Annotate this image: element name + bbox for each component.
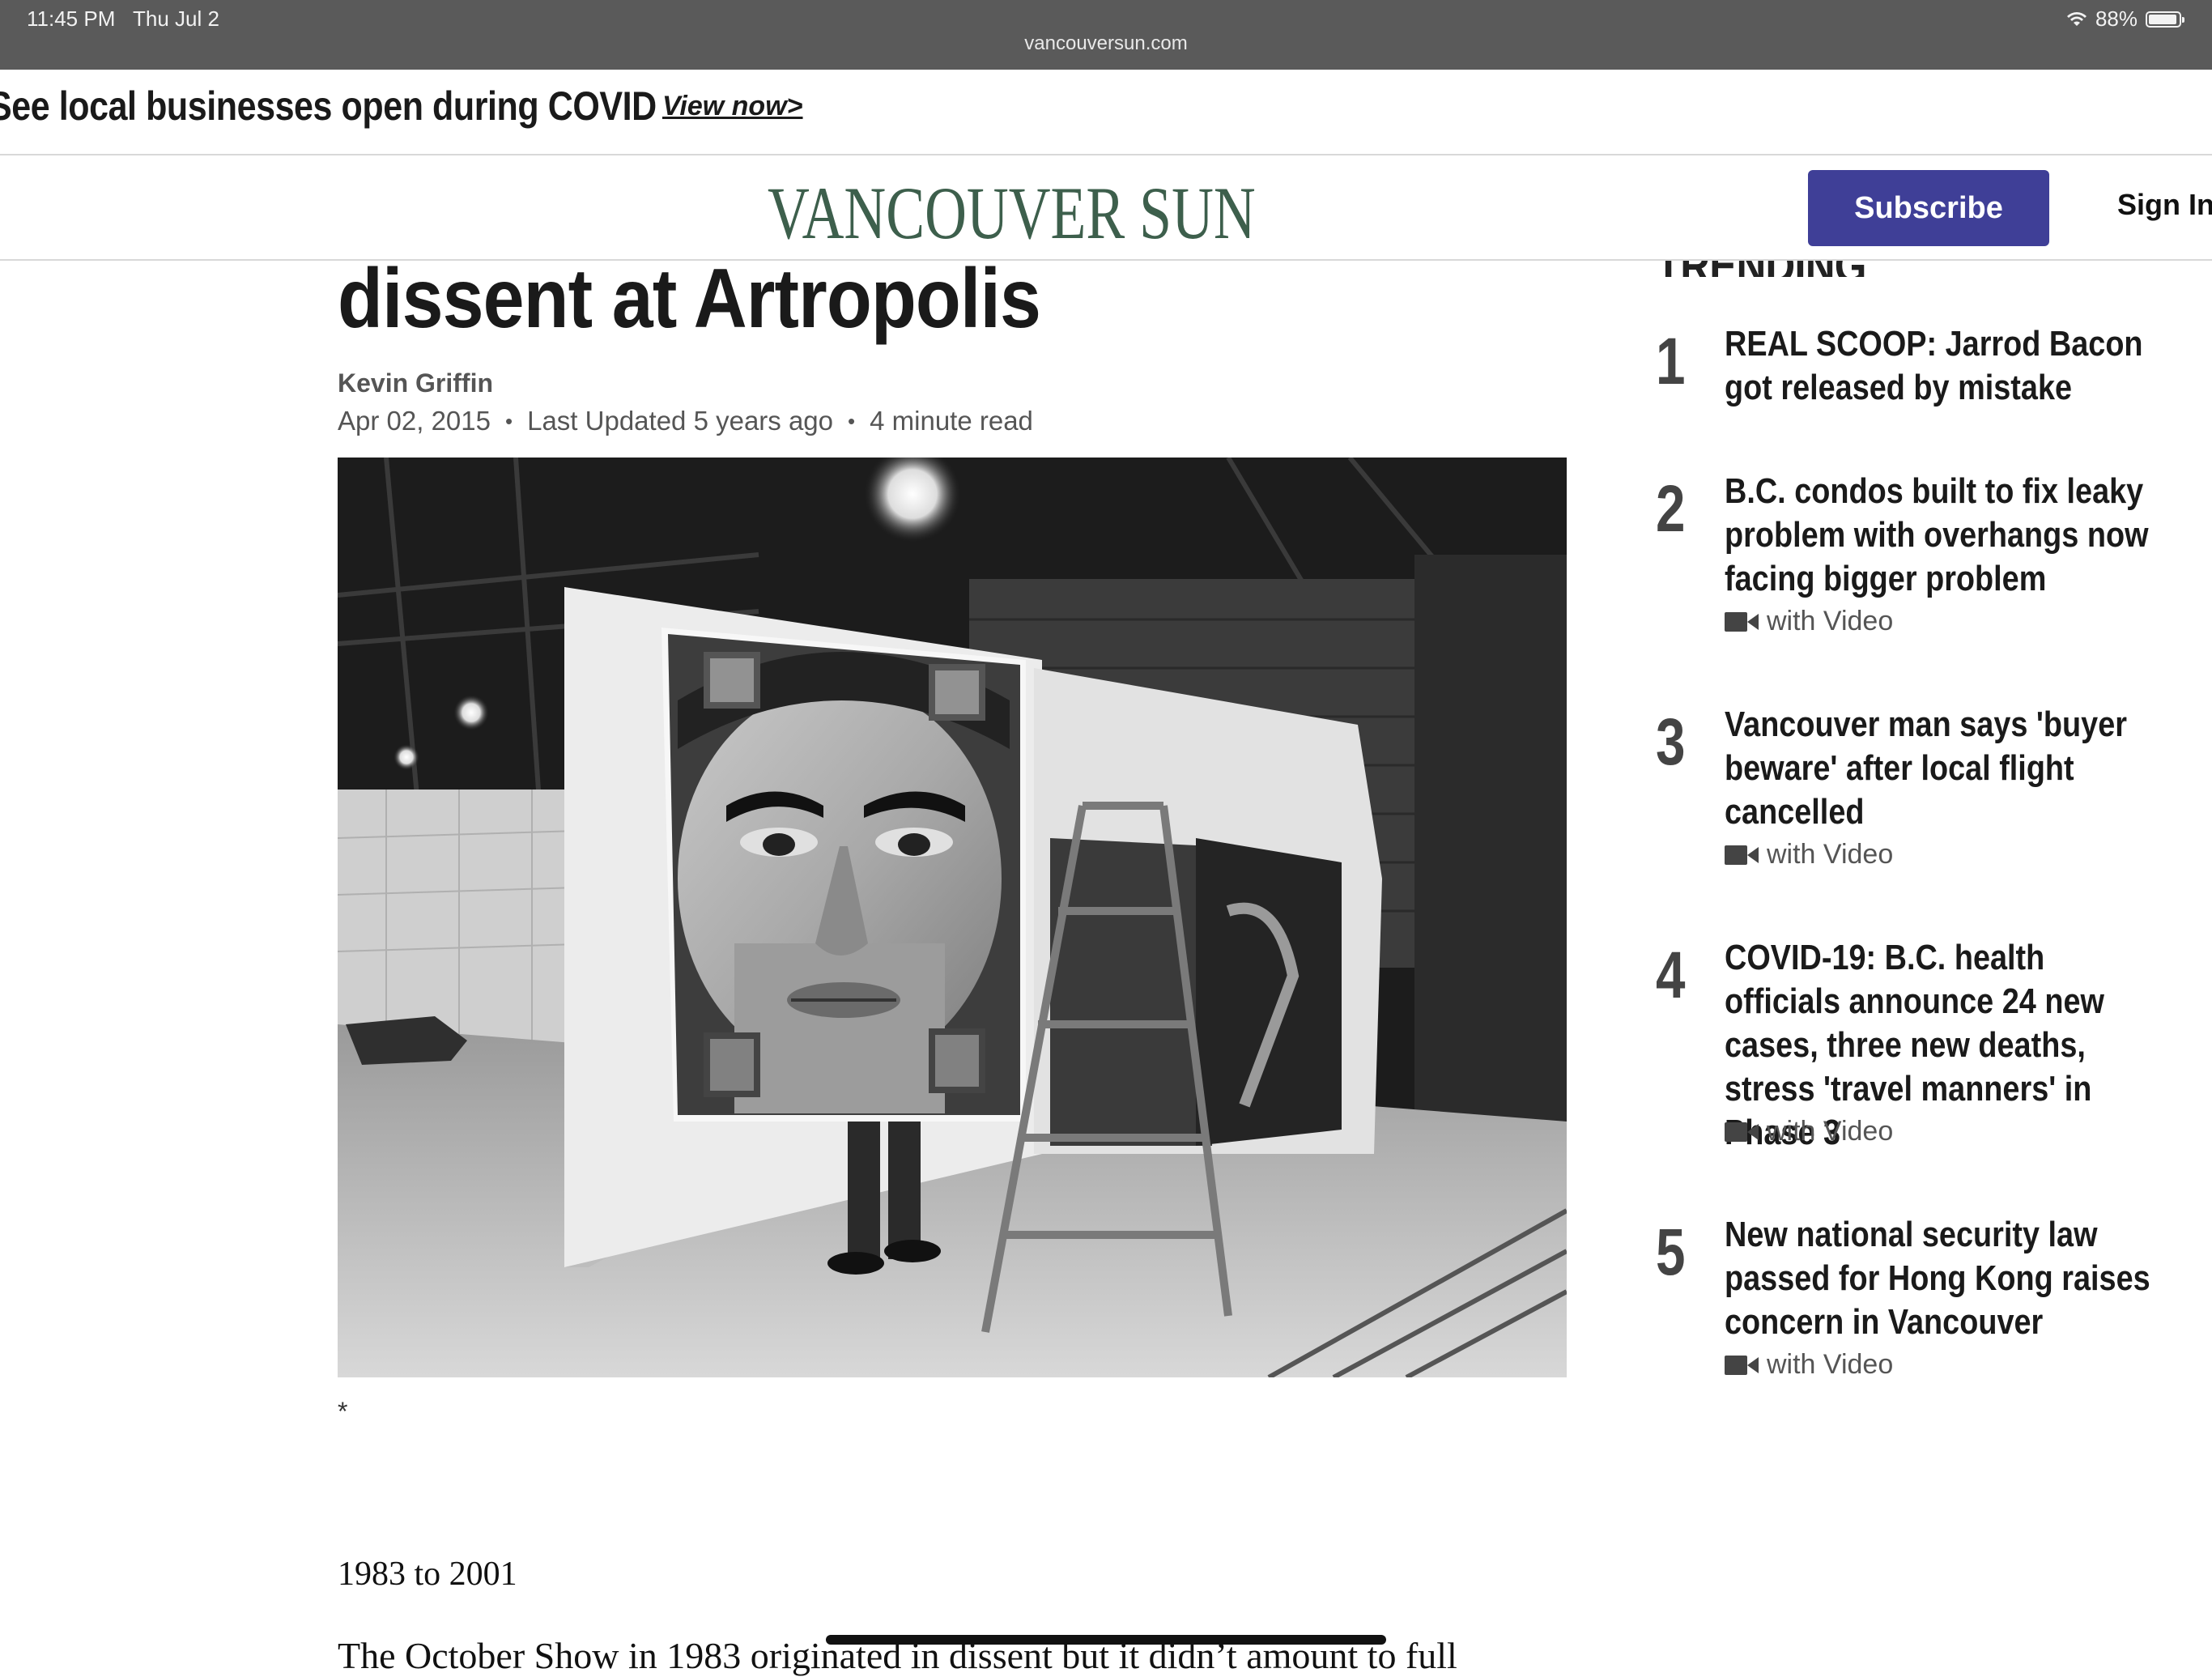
video-camera-icon [1725, 1122, 1759, 1142]
video-label: with Video [1767, 606, 1894, 636]
trending-video-tag: with Video [1725, 1349, 1893, 1381]
trending-rank: 2 [1656, 472, 1686, 546]
battery-icon [2146, 11, 2184, 28]
article-author[interactable]: Kevin Griffin [338, 368, 493, 398]
article-headline: dissent at Artropolis [338, 252, 1041, 346]
battery-percent: 88% [2095, 6, 2138, 31]
trending-title[interactable]: Vancouver man says 'buyer beware' after … [1725, 703, 2156, 834]
promo-banner: See local businesses open during COVID V… [0, 70, 2212, 155]
video-label: with Video [1767, 1116, 1894, 1147]
wifi-icon [2066, 11, 2087, 26]
site-logo[interactable]: VANCOUVER SUN [768, 170, 1256, 256]
trending-title[interactable]: New national security law passed for Hon… [1725, 1213, 2156, 1344]
trending-rank: 4 [1656, 939, 1686, 1012]
article-read-time: 4 minute read [870, 406, 1033, 436]
status-time: 11:45 PM Thu Jul 2 [27, 6, 219, 32]
clock-time: 11:45 PM [27, 6, 116, 31]
trending-item-4[interactable]: 4 COVID-19: B.C. health officials announ… [1656, 936, 2190, 1155]
home-indicator[interactable] [826, 1635, 1386, 1645]
video-camera-icon [1725, 845, 1759, 865]
trending-item-2[interactable]: 2 B.C. condos built to fix leaky problem… [1656, 470, 2190, 648]
article-photo-image [338, 458, 1567, 1377]
status-bar: 11:45 PM Thu Jul 2 88% vancouversun.com [0, 0, 2212, 70]
video-label: with Video [1767, 839, 1894, 870]
article-subheading: 1983 to 2001 [338, 1556, 517, 1593]
trending-item-1[interactable]: 1 REAL SCOOP: Jarrod Bacon got released … [1656, 322, 2190, 411]
site-header: VANCOUVER SUN Subscribe Sign In [0, 155, 2212, 261]
trending-video-tag: with Video [1725, 606, 1893, 637]
trending-rank: 3 [1656, 705, 1686, 779]
subscribe-button[interactable]: Subscribe [1808, 170, 2049, 246]
clock-date: Thu Jul 2 [133, 6, 219, 31]
article-meta: Apr 02, 2015 • Last Updated 5 years ago … [338, 406, 1033, 436]
trending-video-tag: with Video [1725, 839, 1893, 870]
separator-dot: • [848, 408, 856, 433]
trending-rank: 5 [1656, 1215, 1686, 1289]
trending-rank: 1 [1656, 325, 1686, 398]
video-camera-icon [1725, 1355, 1759, 1375]
trending-title[interactable]: B.C. condos built to fix leaky problem w… [1725, 470, 2156, 601]
trending-title[interactable]: REAL SCOOP: Jarrod Bacon got released by… [1725, 322, 2156, 410]
promo-view-now-link[interactable]: View now> [662, 91, 803, 122]
status-indicators: 88% [2066, 6, 2184, 32]
article-updated: Last Updated 5 years ago [527, 406, 834, 436]
url-bar[interactable]: vancouversun.com [0, 32, 2212, 55]
article-date: Apr 02, 2015 [338, 406, 491, 436]
promo-text: See local businesses open during COVID [0, 83, 657, 129]
trending-item-5[interactable]: 5 New national security law passed for H… [1656, 1213, 2190, 1391]
video-camera-icon [1725, 611, 1759, 632]
photo-caption: * [338, 1397, 348, 1426]
separator-dot: • [504, 408, 513, 433]
video-label: with Video [1767, 1349, 1894, 1380]
article-photo[interactable] [338, 458, 1567, 1377]
trending-video-tag: with Video [1725, 1116, 1893, 1147]
trending-item-3[interactable]: 3 Vancouver man says 'buyer beware' afte… [1656, 703, 2190, 881]
sign-in-link[interactable]: Sign In [2117, 188, 2212, 222]
